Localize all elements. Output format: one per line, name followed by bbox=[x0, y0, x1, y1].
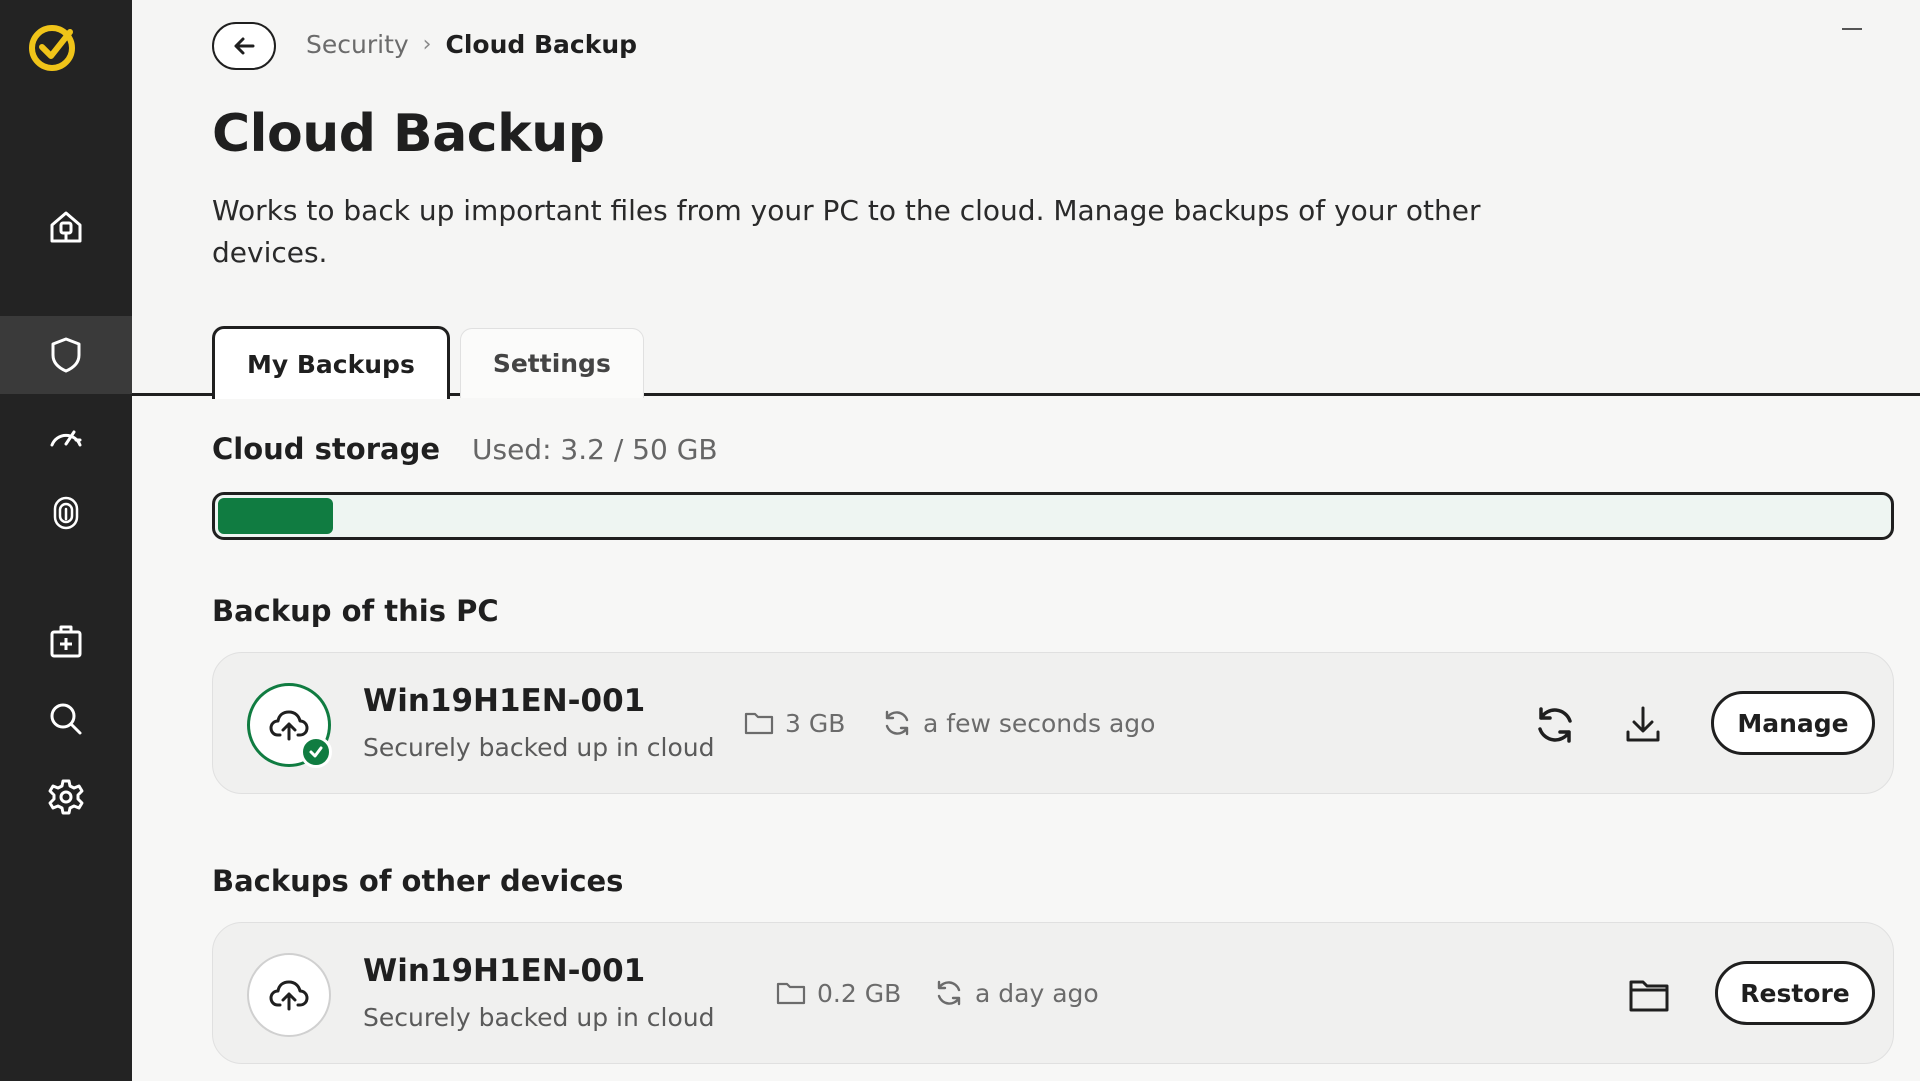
breadcrumb: Security › Cloud Backup bbox=[306, 30, 637, 59]
device-name: Win19H1EN-001 bbox=[363, 683, 646, 719]
sync-icon bbox=[937, 980, 961, 1006]
sidebar-item-security[interactable] bbox=[0, 316, 132, 394]
arrow-left-icon bbox=[234, 37, 255, 55]
device-name: Win19H1EN-001 bbox=[363, 953, 646, 989]
sidebar-item-home[interactable] bbox=[0, 188, 132, 266]
backup-card-this-pc: Win19H1EN-001 Securely backed up in clou… bbox=[212, 652, 1894, 794]
restore-button[interactable]: Restore bbox=[1715, 961, 1875, 1025]
last-backup-value: a day ago bbox=[975, 978, 1099, 1008]
refresh-icon bbox=[1538, 707, 1572, 743]
cloud-storage-header: Cloud storage Used: 3.2 / 50 GB bbox=[212, 432, 718, 466]
breadcrumb-current: Cloud Backup bbox=[445, 30, 638, 59]
sidebar-item-search[interactable] bbox=[0, 680, 132, 758]
download-icon bbox=[1626, 706, 1660, 742]
tab-bar: My Backups Settings bbox=[212, 326, 644, 399]
progress-divider bbox=[336, 498, 339, 537]
page-header: Security › Cloud Backup Cloud Backup Wor… bbox=[132, 0, 1920, 399]
minimize-button[interactable] bbox=[1834, 14, 1870, 44]
manage-button[interactable]: Manage bbox=[1711, 691, 1875, 755]
backup-size-value: 0.2 GB bbox=[817, 978, 902, 1008]
sidebar-item-settings[interactable] bbox=[0, 758, 132, 836]
shield-icon bbox=[51, 337, 81, 373]
sidebar-item-privacy[interactable] bbox=[0, 474, 132, 552]
sidebar-item-performance[interactable] bbox=[0, 396, 132, 474]
cloud-storage-title: Cloud storage bbox=[212, 432, 440, 466]
page-title: Cloud Backup bbox=[212, 104, 605, 164]
speedometer-icon bbox=[50, 430, 82, 447]
section-title-this-pc: Backup of this PC bbox=[212, 594, 499, 628]
restore-download-button[interactable] bbox=[1615, 697, 1671, 753]
last-backup-time: a day ago bbox=[933, 977, 1099, 1009]
main-panel: Security › Cloud Backup Cloud Backup Wor… bbox=[132, 0, 1920, 1081]
norton-logo-icon[interactable] bbox=[26, 18, 82, 74]
backup-size: 3 GB bbox=[743, 707, 845, 739]
backup-now-button[interactable] bbox=[1527, 697, 1583, 753]
gear-icon bbox=[48, 779, 84, 815]
device-status: Securely backed up in cloud bbox=[363, 733, 715, 762]
tab-settings[interactable]: Settings bbox=[459, 328, 644, 398]
sync-icon bbox=[885, 710, 909, 736]
backup-card-other-device: Win19H1EN-001 Securely backed up in clou… bbox=[212, 922, 1894, 1064]
open-folder-button[interactable] bbox=[1621, 967, 1677, 1023]
cloud-storage-used: Used: 3.2 / 50 GB bbox=[472, 433, 718, 466]
chevron-right-icon: › bbox=[422, 32, 432, 57]
tab-my-backups[interactable]: My Backups bbox=[212, 326, 450, 399]
folder-icon bbox=[744, 712, 774, 735]
sidebar-item-extras[interactable] bbox=[0, 602, 132, 680]
back-button[interactable] bbox=[212, 22, 276, 70]
home-icon bbox=[50, 211, 82, 243]
backup-status-icon bbox=[247, 953, 331, 1037]
search-icon bbox=[50, 703, 82, 735]
fingerprint-icon bbox=[53, 496, 79, 530]
storage-progress-bar bbox=[212, 492, 1894, 540]
cloud-upload-icon bbox=[269, 980, 309, 1011]
backup-size-value: 3 GB bbox=[785, 708, 846, 738]
folder-icon bbox=[1629, 980, 1669, 1012]
last-backup-value: a few seconds ago bbox=[923, 708, 1156, 738]
sidebar bbox=[0, 0, 132, 1081]
breadcrumb-security-link[interactable]: Security bbox=[306, 30, 409, 59]
storage-progress-fill bbox=[218, 498, 339, 537]
folder-icon bbox=[776, 982, 806, 1005]
device-status: Securely backed up in cloud bbox=[363, 1003, 715, 1032]
backup-size: 0.2 GB bbox=[775, 977, 901, 1009]
check-badge-icon bbox=[300, 736, 332, 768]
last-backup-time: a few seconds ago bbox=[881, 707, 1155, 739]
page-description: Works to back up important files from yo… bbox=[212, 194, 1481, 269]
section-title-other-devices: Backups of other devices bbox=[212, 864, 624, 898]
medical-kit-icon bbox=[50, 625, 82, 658]
backup-status-icon bbox=[247, 683, 332, 768]
